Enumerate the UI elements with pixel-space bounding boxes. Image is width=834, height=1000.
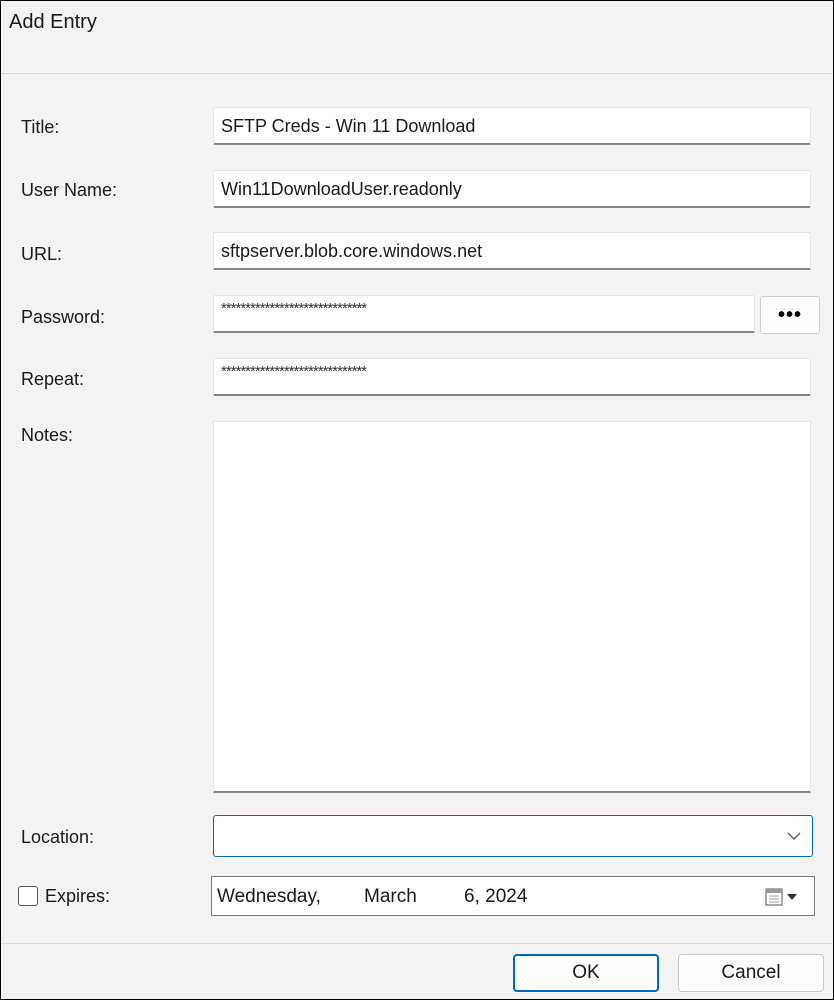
chevron-down-icon[interactable] xyxy=(786,828,802,844)
url-label: URL: xyxy=(21,244,63,264)
date-day-year[interactable]: 6, 2024 xyxy=(464,886,527,908)
repeat-label: Repeat: xyxy=(21,369,85,389)
repeat-password-value: ****************************** xyxy=(221,363,367,380)
cancel-button[interactable]: Cancel xyxy=(678,954,824,992)
date-month[interactable]: March xyxy=(364,886,417,908)
notes-textarea[interactable] xyxy=(213,421,811,793)
title-input[interactable]: SFTP Creds - Win 11 Download xyxy=(213,107,811,145)
add-entry-dialog: Add Entry Title: SFTP Creds - Win 11 Dow… xyxy=(0,0,834,1000)
username-label: User Name: xyxy=(21,180,118,200)
username-input[interactable]: Win11DownloadUser.readonly xyxy=(213,170,811,208)
repeat-password-input[interactable]: ****************************** xyxy=(213,358,811,396)
ok-button[interactable]: OK xyxy=(513,954,659,992)
date-weekday[interactable]: Wednesday, xyxy=(217,886,321,908)
title-input-value: SFTP Creds - Win 11 Download xyxy=(221,116,476,136)
expiry-date-picker[interactable]: Wednesday, March 6, 2024 xyxy=(211,876,815,916)
password-input[interactable]: ****************************** xyxy=(213,295,755,333)
dialog-title: Add Entry xyxy=(9,11,97,33)
location-combobox[interactable] xyxy=(213,815,813,857)
location-label: Location: xyxy=(21,827,95,847)
expires-checkbox[interactable] xyxy=(18,886,38,906)
calendar-dropdown-icon[interactable] xyxy=(764,886,806,908)
title-label: Title: xyxy=(21,117,60,137)
title-bar: Add Entry xyxy=(1,1,833,74)
url-input-value: sftpserver.blob.core.windows.net xyxy=(221,241,483,261)
password-input-value: ****************************** xyxy=(221,300,367,317)
show-password-button[interactable]: ••• xyxy=(760,296,820,334)
ellipsis-icon: ••• xyxy=(777,303,802,326)
footer-divider xyxy=(1,943,833,944)
password-label: Password: xyxy=(21,307,106,327)
expires-label[interactable]: Expires: xyxy=(45,886,110,907)
url-input[interactable]: sftpserver.blob.core.windows.net xyxy=(213,232,811,270)
username-input-value: Win11DownloadUser.readonly xyxy=(221,179,462,199)
notes-label: Notes: xyxy=(21,425,74,445)
